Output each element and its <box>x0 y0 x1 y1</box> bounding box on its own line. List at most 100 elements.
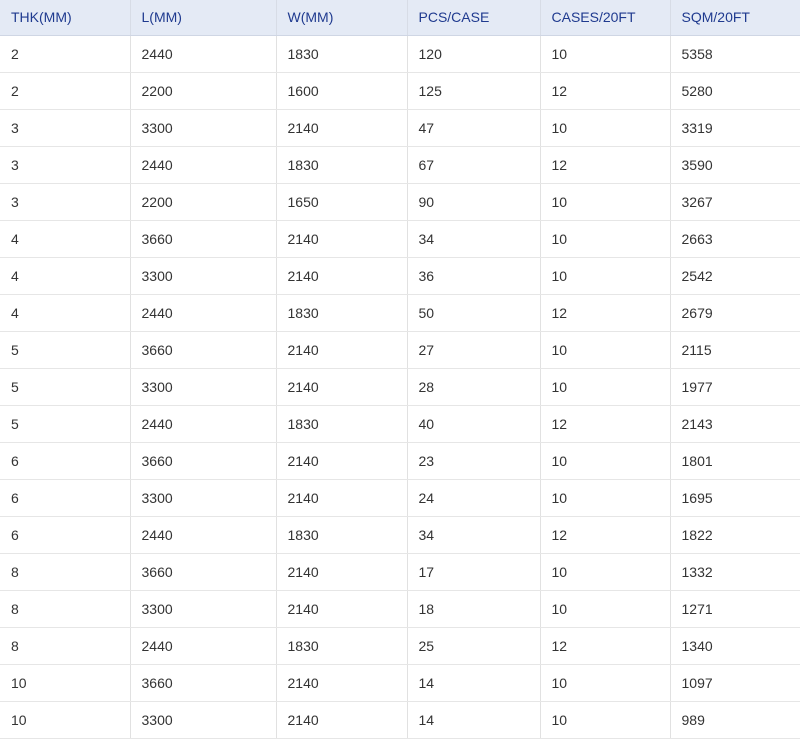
cell-width: 1830 <box>276 627 408 665</box>
cell-sqm-per-20ft: 5280 <box>670 72 800 110</box>
cell-pcs-per-case: 67 <box>407 146 541 184</box>
cell-sqm-per-20ft: 1097 <box>670 664 800 702</box>
cell-thk: 10 <box>0 701 131 739</box>
cell-sqm-per-20ft: 3590 <box>670 146 800 184</box>
cell-cases-per-20ft: 10 <box>540 331 671 369</box>
cell-pcs-per-case: 36 <box>407 257 541 295</box>
cell-thk: 4 <box>0 294 131 332</box>
header-thk: THK(MM) <box>0 0 131 36</box>
cell-sqm-per-20ft: 1340 <box>670 627 800 665</box>
table-row: 3 2200 1650 90 10 3267 <box>0 183 800 221</box>
cell-thk: 5 <box>0 368 131 406</box>
table-row: 8 3300 2140 18 10 1271 <box>0 590 800 628</box>
table-row: 4 3300 2140 36 10 2542 <box>0 257 800 295</box>
table-row: 2 2440 1830 120 10 5358 <box>0 35 800 73</box>
cell-sqm-per-20ft: 1822 <box>670 516 800 554</box>
table-row: 10 3660 2140 14 10 1097 <box>0 664 800 702</box>
cell-length: 3660 <box>130 442 277 480</box>
cell-sqm-per-20ft: 2115 <box>670 331 800 369</box>
cell-pcs-per-case: 25 <box>407 627 541 665</box>
cell-length: 2440 <box>130 627 277 665</box>
cell-pcs-per-case: 27 <box>407 331 541 369</box>
cell-pcs-per-case: 18 <box>407 590 541 628</box>
cell-width: 2140 <box>276 331 408 369</box>
cell-width: 2140 <box>276 442 408 480</box>
cell-width: 1830 <box>276 516 408 554</box>
cell-length: 2200 <box>130 183 277 221</box>
specification-table: THK(MM) L(MM) W(MM) PCS/CASE CASES/20FT … <box>0 0 800 739</box>
cell-width: 2140 <box>276 664 408 702</box>
cell-width: 1830 <box>276 294 408 332</box>
cell-cases-per-20ft: 10 <box>540 183 671 221</box>
cell-sqm-per-20ft: 5358 <box>670 35 800 73</box>
cell-sqm-per-20ft: 1332 <box>670 553 800 591</box>
cell-thk: 3 <box>0 183 131 221</box>
cell-thk: 8 <box>0 590 131 628</box>
cell-sqm-per-20ft: 989 <box>670 701 800 739</box>
cell-length: 3660 <box>130 331 277 369</box>
cell-thk: 5 <box>0 405 131 443</box>
cell-thk: 4 <box>0 220 131 258</box>
table-row: 5 2440 1830 40 12 2143 <box>0 405 800 443</box>
cell-sqm-per-20ft: 2143 <box>670 405 800 443</box>
cell-sqm-per-20ft: 2679 <box>670 294 800 332</box>
table-row: 3 2440 1830 67 12 3590 <box>0 146 800 184</box>
cell-thk: 10 <box>0 664 131 702</box>
cell-cases-per-20ft: 12 <box>540 405 671 443</box>
table-row: 6 2440 1830 34 12 1822 <box>0 516 800 554</box>
cell-length: 3660 <box>130 220 277 258</box>
cell-cases-per-20ft: 10 <box>540 368 671 406</box>
cell-thk: 8 <box>0 553 131 591</box>
cell-pcs-per-case: 40 <box>407 405 541 443</box>
cell-width: 2140 <box>276 220 408 258</box>
cell-width: 2140 <box>276 701 408 739</box>
cell-thk: 2 <box>0 35 131 73</box>
table-row: 5 3300 2140 28 10 1977 <box>0 368 800 406</box>
table-row: 4 2440 1830 50 12 2679 <box>0 294 800 332</box>
header-length: L(MM) <box>130 0 277 36</box>
cell-cases-per-20ft: 10 <box>540 442 671 480</box>
cell-length: 3300 <box>130 368 277 406</box>
cell-thk: 4 <box>0 257 131 295</box>
cell-pcs-per-case: 14 <box>407 664 541 702</box>
cell-width: 2140 <box>276 368 408 406</box>
cell-length: 2440 <box>130 35 277 73</box>
table-row: 8 3660 2140 17 10 1332 <box>0 553 800 591</box>
cell-cases-per-20ft: 10 <box>540 479 671 517</box>
cell-sqm-per-20ft: 2542 <box>670 257 800 295</box>
cell-cases-per-20ft: 10 <box>540 590 671 628</box>
table-row: 2 2200 1600 125 12 5280 <box>0 72 800 110</box>
cell-pcs-per-case: 17 <box>407 553 541 591</box>
cell-width: 1600 <box>276 72 408 110</box>
cell-thk: 3 <box>0 109 131 147</box>
cell-width: 1830 <box>276 146 408 184</box>
cell-pcs-per-case: 125 <box>407 72 541 110</box>
cell-width: 1830 <box>276 35 408 73</box>
cell-length: 3300 <box>130 257 277 295</box>
cell-thk: 6 <box>0 479 131 517</box>
cell-width: 2140 <box>276 590 408 628</box>
cell-cases-per-20ft: 12 <box>540 516 671 554</box>
table-row: 3 3300 2140 47 10 3319 <box>0 109 800 147</box>
table-row: 5 3660 2140 27 10 2115 <box>0 331 800 369</box>
cell-pcs-per-case: 47 <box>407 109 541 147</box>
cell-cases-per-20ft: 12 <box>540 627 671 665</box>
header-sqm-per-20ft: SQM/20FT <box>670 0 800 36</box>
table-row: 6 3660 2140 23 10 1801 <box>0 442 800 480</box>
cell-width: 1650 <box>276 183 408 221</box>
cell-cases-per-20ft: 12 <box>540 146 671 184</box>
cell-length: 3660 <box>130 664 277 702</box>
table-header: THK(MM) L(MM) W(MM) PCS/CASE CASES/20FT … <box>0 0 800 36</box>
cell-thk: 6 <box>0 442 131 480</box>
cell-pcs-per-case: 34 <box>407 220 541 258</box>
cell-length: 2440 <box>130 294 277 332</box>
header-width: W(MM) <box>276 0 408 36</box>
header-cases-per-20ft: CASES/20FT <box>540 0 671 36</box>
cell-pcs-per-case: 14 <box>407 701 541 739</box>
cell-thk: 3 <box>0 146 131 184</box>
cell-length: 2440 <box>130 405 277 443</box>
cell-sqm-per-20ft: 3319 <box>670 109 800 147</box>
cell-sqm-per-20ft: 3267 <box>670 183 800 221</box>
cell-length: 3300 <box>130 479 277 517</box>
cell-width: 2140 <box>276 553 408 591</box>
